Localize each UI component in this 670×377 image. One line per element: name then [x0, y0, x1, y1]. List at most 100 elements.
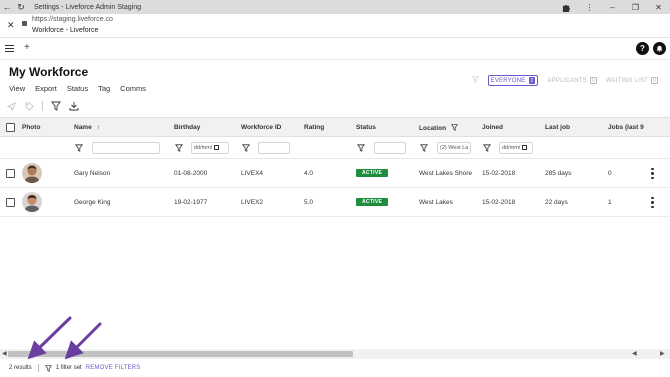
cell-birthday: 19-02-1977	[174, 199, 208, 206]
column-joined[interactable]: Joined	[482, 124, 503, 131]
menu-export[interactable]: Export	[35, 84, 57, 93]
birthday-filter-icon[interactable]	[175, 144, 183, 152]
window-title: Settings - Liveforce Admin Staging	[34, 3, 142, 11]
plus-icon[interactable]: +	[24, 42, 30, 53]
cell-jobs: 1	[608, 199, 612, 206]
page-title: My Workforce	[9, 65, 89, 79]
column-last-job[interactable]: Last job	[545, 124, 570, 131]
row-menu-icon[interactable]	[651, 197, 654, 208]
column-workforce-id[interactable]: Workforce ID	[241, 124, 281, 131]
cell-workforce-id: LIVEX4	[241, 170, 264, 177]
divider	[42, 101, 43, 111]
location-filter-row-icon[interactable]	[420, 144, 428, 152]
url-bar: ✕ https://staging.liveforce.co Workforce…	[0, 14, 670, 38]
column-name[interactable]: Name ↑	[74, 124, 100, 131]
workforce-id-filter-input[interactable]	[258, 142, 290, 154]
column-status[interactable]: Status	[356, 124, 376, 131]
download-icon[interactable]	[69, 101, 79, 111]
send-icon[interactable]	[6, 101, 16, 111]
menu-status[interactable]: Status	[67, 84, 88, 93]
joined-filter-placeholder: dd/mm/	[502, 145, 521, 151]
restore-icon[interactable]: ❐	[624, 0, 647, 14]
status-badge: ACTIVE	[356, 169, 389, 177]
table-row[interactable]: Gary Nelson 01-08-2000 LIVEX4 4.0 ACTIVE…	[0, 159, 670, 188]
menu-tag[interactable]: Tag	[98, 84, 110, 93]
column-rating[interactable]: Rating	[304, 124, 324, 131]
cell-workforce-id: LIVEX2	[241, 199, 264, 206]
divider	[37, 364, 39, 372]
menu-comms[interactable]: Comms	[120, 84, 146, 93]
app-toolbar: + ?	[0, 38, 670, 60]
joined-filter-input[interactable]: dd/mm/	[499, 142, 533, 154]
location-filter-input[interactable]: (2) West La	[437, 142, 471, 154]
row-checkbox[interactable]	[6, 198, 15, 207]
name-filter-input[interactable]	[92, 142, 160, 154]
cell-location: West Lakes Shore	[419, 170, 472, 177]
notifications-bell-icon[interactable]	[653, 42, 666, 55]
tab-everyone-count: 2	[528, 77, 536, 84]
column-location[interactable]: Location	[419, 124, 458, 132]
cell-name[interactable]: Gary Nelson	[74, 170, 110, 177]
hamburger-menu-icon[interactable]	[5, 45, 14, 52]
filter-count: 1 filter set	[55, 365, 82, 371]
tab-page-title: Workforce - Liveforce	[32, 27, 99, 34]
tab-waiting-list-count: 0	[651, 77, 658, 84]
joined-filter-icon[interactable]	[483, 144, 491, 152]
back-arrow-icon[interactable]: ←	[0, 0, 14, 14]
tab-waiting-list-label: WAITING LIST	[605, 77, 649, 84]
lock-icon	[22, 21, 27, 26]
scroll-right-arrow-icon[interactable]: ▶	[660, 350, 665, 357]
tab-everyone-label: EVERYONE	[490, 77, 526, 84]
extension-puzzle-icon[interactable]	[555, 0, 578, 14]
tab-waiting-list[interactable]: WAITING LIST 0	[606, 77, 658, 84]
remove-filters-link[interactable]: REMOVE FILTERS	[86, 365, 141, 371]
column-photo: Photo	[22, 124, 41, 131]
tag-icon[interactable]	[24, 101, 34, 111]
name-filter-icon[interactable]	[75, 144, 83, 152]
cell-joined: 15-02-2018	[482, 199, 516, 206]
menu-view[interactable]: View	[9, 84, 25, 93]
row-menu-icon[interactable]	[651, 168, 654, 179]
filter-icon	[44, 364, 52, 372]
select-all-checkbox[interactable]	[6, 123, 15, 132]
help-icon[interactable]: ?	[636, 42, 649, 55]
results-count: 2 results	[9, 365, 32, 371]
url-text[interactable]: https://staging.liveforce.co	[32, 16, 113, 23]
calendar-icon[interactable]	[214, 145, 220, 150]
calendar-icon[interactable]	[522, 145, 528, 150]
status-filter-icon[interactable]	[357, 144, 365, 152]
sort-arrow-up-icon[interactable]: ↑	[97, 124, 100, 131]
cell-name[interactable]: George King	[74, 199, 111, 206]
scroll-left-arrow-icon[interactable]: ◀	[632, 350, 637, 357]
location-filter-icon[interactable]	[450, 124, 458, 131]
cell-rating: 5.0	[304, 199, 314, 206]
column-location-label: Location	[419, 125, 447, 132]
close-window-icon[interactable]: ✕	[647, 0, 670, 14]
workforce-id-filter-icon[interactable]	[242, 144, 250, 152]
tab-applicants[interactable]: APPLICANTS 0	[547, 77, 597, 84]
more-menu-icon[interactable]: ⋮	[578, 0, 601, 14]
cell-last-job: 22 days	[545, 199, 568, 206]
column-birthday[interactable]: Birthday	[174, 124, 200, 131]
minimize-icon[interactable]: –	[601, 0, 624, 14]
filter-icon	[471, 76, 479, 85]
cell-birthday: 01-08-2000	[174, 170, 208, 177]
scroll-left-arrow-icon[interactable]: ◀	[2, 350, 7, 357]
horizontal-scrollbar[interactable]: ◀ ◀ ▶	[0, 349, 670, 359]
bulk-actions	[6, 101, 79, 111]
birthday-filter-input[interactable]: dd/mm/	[191, 142, 229, 154]
avatar	[22, 192, 42, 212]
cell-rating: 4.0	[304, 170, 314, 177]
filter-toggle-icon[interactable]	[51, 101, 61, 111]
status-filter-input[interactable]	[374, 142, 406, 154]
scrollbar-thumb[interactable]	[8, 351, 353, 357]
column-jobs[interactable]: Jobs (last 9	[608, 124, 644, 131]
reload-icon[interactable]: ↻	[14, 0, 28, 14]
close-tab-icon[interactable]: ✕	[7, 20, 15, 31]
filter-row: dd/mm/ (2) West La dd/mm/	[0, 137, 670, 159]
action-menu: View Export Status Tag Comms	[9, 84, 146, 93]
table-row[interactable]: George King 19-02-1977 LIVEX2 5.0 ACTIVE…	[0, 188, 670, 217]
tab-everyone[interactable]: EVERYONE 2	[487, 75, 539, 86]
view-tabs: EVERYONE 2 APPLICANTS 0 WAITING LIST 0	[471, 75, 658, 86]
row-checkbox[interactable]	[6, 169, 15, 178]
